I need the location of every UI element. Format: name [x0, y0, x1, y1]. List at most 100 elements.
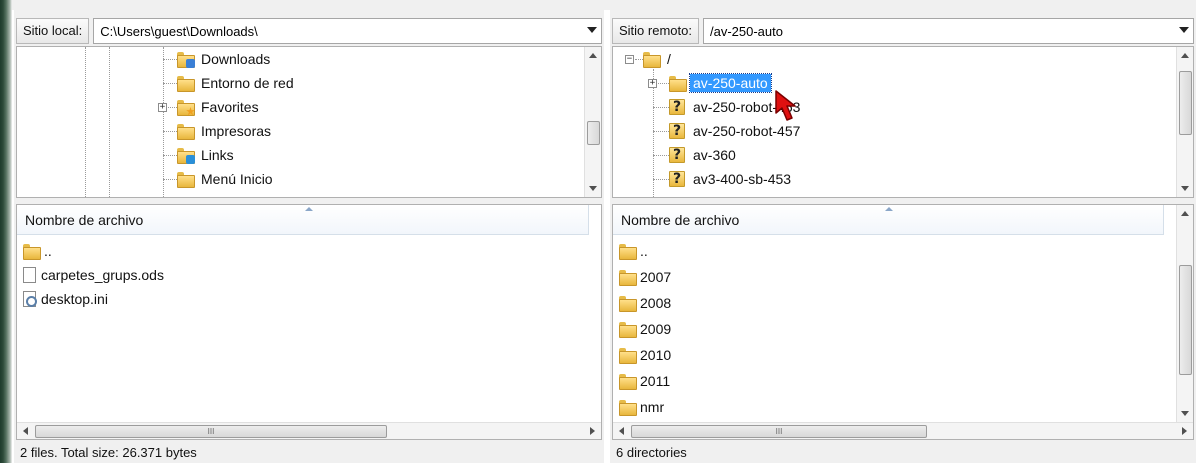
tree-node-label: av3-400-sb-453 — [693, 171, 792, 187]
chevron-down-icon[interactable] — [1179, 27, 1189, 33]
local-list-horizontal-scrollbar[interactable]: III — [17, 422, 601, 439]
tree-node-entorno-de-red[interactable]: Entorno de red — [177, 71, 297, 95]
tree-guide — [109, 47, 110, 197]
tree-node-menu-inicio[interactable]: Menú Inicio — [177, 167, 276, 191]
local-site-label: Sitio local: — [16, 18, 90, 44]
file-name: 2009 — [640, 321, 672, 337]
tree-node-label: av-250-auto — [689, 73, 772, 93]
remote-address-bar: Sitio remoto: — [612, 16, 1194, 46]
tree-guide — [85, 47, 86, 197]
tree-node-label: Favorites — [201, 99, 259, 115]
expand-icon[interactable]: + — [648, 79, 657, 88]
folder-icon — [619, 400, 637, 416]
scrollbar-thumb[interactable]: III — [35, 425, 387, 438]
local-column-header-filename[interactable]: Nombre de archivo — [17, 205, 589, 235]
tree-node-av-250-auto[interactable]: av-250-auto — [669, 71, 772, 95]
tree-node-label: Links — [201, 147, 234, 163]
file-name: 2010 — [640, 347, 672, 363]
remote-directory-tree[interactable]: − + / av-250-auto ? av-250-robot-453 ? a… — [612, 46, 1194, 198]
mouse-pointer-icon — [775, 90, 796, 121]
unknown-folder-icon: ? — [669, 147, 685, 163]
local-directory-tree[interactable]: + Downloads Entorno de red Favorites Imp… — [16, 46, 602, 198]
list-item[interactable]: carpetes_grups.ods — [23, 263, 164, 287]
scroll-down-icon[interactable] — [1181, 186, 1189, 191]
scroll-right-icon[interactable] — [1182, 427, 1187, 435]
remote-pane: Sitio remoto: − + / av-250-auto ? av-250… — [610, 10, 1196, 463]
scroll-down-icon[interactable] — [1181, 411, 1189, 416]
folder-icon — [643, 52, 661, 68]
file-name: 2011 — [640, 373, 671, 389]
tree-branch — [163, 179, 177, 180]
tree-node-links[interactable]: Links — [177, 143, 237, 167]
chevron-down-icon[interactable] — [587, 27, 597, 33]
list-item[interactable]: .. — [23, 239, 52, 263]
tree-node-impresoras[interactable]: Impresoras — [177, 119, 274, 143]
list-item[interactable]: 2011 — [619, 369, 670, 393]
tree-node-av3-400-sb-453[interactable]: ? av3-400-sb-453 — [669, 167, 794, 191]
tree-node-downloads[interactable]: Downloads — [177, 47, 273, 71]
list-item[interactable]: nmr — [619, 395, 664, 419]
tree-guide — [163, 47, 164, 197]
remote-file-list[interactable]: Nombre de archivo .. 2007 2008 2009 2010… — [612, 204, 1194, 440]
list-item[interactable]: 2009 — [619, 317, 671, 341]
tree-node-av-360[interactable]: ? av-360 — [669, 143, 739, 167]
tree-node-root[interactable]: / — [643, 47, 674, 71]
tree-branch — [163, 59, 177, 60]
scroll-down-icon[interactable] — [589, 186, 597, 191]
remote-column-header-filename[interactable]: Nombre de archivo — [613, 205, 1164, 235]
remote-status-bar: 6 directories — [612, 442, 1194, 463]
remote-path-combobox[interactable] — [702, 18, 1194, 44]
tree-node-label: Downloads — [201, 51, 271, 67]
scroll-left-icon[interactable] — [619, 427, 624, 435]
remote-list-vertical-scrollbar[interactable] — [1176, 205, 1193, 422]
unknown-folder-icon: ? — [669, 99, 685, 115]
local-tree-vertical-scrollbar[interactable] — [584, 47, 601, 197]
folder-icon — [619, 322, 637, 338]
unknown-folder-icon: ? — [669, 171, 685, 187]
remote-list-horizontal-scrollbar[interactable]: III — [613, 422, 1193, 439]
folder-icon — [177, 172, 195, 188]
remote-tree-vertical-scrollbar[interactable] — [1176, 47, 1193, 197]
folder-icon — [619, 270, 637, 286]
collapse-icon[interactable]: − — [625, 55, 634, 64]
file-name: .. — [640, 243, 648, 259]
downloads-folder-icon — [177, 52, 195, 68]
folder-icon — [619, 374, 637, 390]
window-edge — [0, 0, 12, 463]
remote-site-label: Sitio remoto: — [612, 18, 699, 44]
column-header-label: Nombre de archivo — [25, 212, 144, 228]
tree-branch — [163, 83, 177, 84]
list-item[interactable]: 2007 — [619, 265, 671, 289]
list-item[interactable]: 2008 — [619, 291, 671, 315]
scrollbar-thumb[interactable] — [1179, 265, 1192, 375]
scroll-up-icon[interactable] — [1181, 53, 1189, 58]
local-file-list[interactable]: Nombre de archivo .. carpetes_grups.ods … — [16, 204, 602, 440]
folder-icon — [177, 76, 195, 92]
scroll-up-icon[interactable] — [1181, 211, 1189, 216]
tree-node-label: Impresoras — [201, 123, 272, 139]
local-pane: Sitio local: + Downloads Entorno de red … — [14, 10, 604, 463]
local-path-input[interactable] — [94, 19, 579, 43]
scrollbar-thumb[interactable] — [1179, 71, 1192, 135]
file-name: 2008 — [640, 295, 672, 311]
tree-node-favorites[interactable]: Favorites — [177, 95, 262, 119]
list-item[interactable]: .. — [619, 239, 648, 263]
favorites-folder-icon — [177, 100, 195, 116]
sort-ascending-icon — [305, 207, 313, 211]
tree-branch — [653, 179, 669, 180]
scroll-left-icon[interactable] — [23, 427, 28, 435]
local-status-bar: 2 files. Total size: 26.371 bytes — [16, 442, 602, 463]
folder-icon — [619, 348, 637, 364]
tree-branch — [653, 155, 669, 156]
remote-path-input[interactable] — [703, 19, 1171, 43]
column-header-label: Nombre de archivo — [621, 212, 740, 228]
scroll-right-icon[interactable] — [590, 427, 595, 435]
expand-icon[interactable]: + — [158, 103, 167, 112]
scrollbar-thumb[interactable]: III — [631, 425, 927, 438]
list-item[interactable]: 2010 — [619, 343, 671, 367]
scroll-up-icon[interactable] — [589, 53, 597, 58]
local-path-combobox[interactable] — [93, 18, 602, 44]
file-name: desktop.ini — [41, 291, 108, 307]
list-item[interactable]: desktop.ini — [23, 287, 108, 311]
scrollbar-thumb[interactable] — [587, 121, 600, 145]
